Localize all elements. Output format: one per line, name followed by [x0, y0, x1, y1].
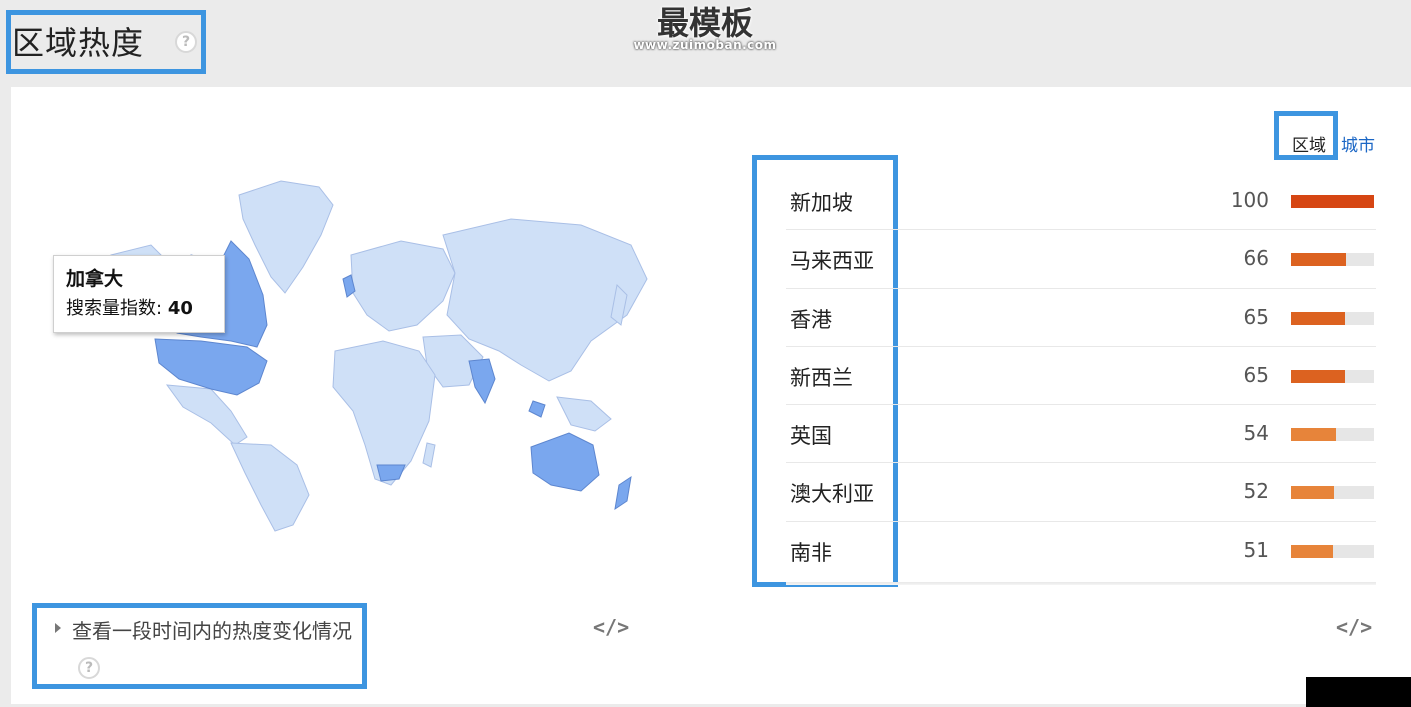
region-interest-panel: 加拿大 搜索量指数: 40 区域 城市 新加坡 100 马来西亚 66 香港 65 新西兰 6…	[11, 87, 1411, 704]
ranking-row-name: 英国	[790, 424, 832, 449]
map-region-new-zealand	[614, 475, 632, 511]
map-region-south-america	[230, 442, 310, 532]
toggle-city-link[interactable]: 城市	[1341, 131, 1375, 156]
ranking-row-value: 66	[1243, 246, 1269, 271]
ranking-row[interactable]: 澳大利亚 52	[786, 463, 1376, 522]
map-region-india	[468, 358, 496, 405]
map-region-malaysia	[528, 400, 546, 418]
ranking-row[interactable]: 英国 54	[786, 405, 1376, 464]
embed-code-icon[interactable]: </>	[593, 615, 629, 639]
ranking-row[interactable]: 马来西亚 66	[786, 230, 1376, 289]
ranking-row-bar-fill	[1291, 369, 1345, 383]
ranking-row-value: 65	[1243, 304, 1269, 329]
world-map-svg	[110, 180, 648, 532]
page-title: 区域热度	[12, 24, 145, 62]
ranking-row-bar-fill	[1291, 428, 1336, 442]
ranking-row-value: 100	[1230, 188, 1269, 212]
ranking-row-bar-track	[1291, 486, 1374, 500]
ranking-row-value: 51	[1243, 537, 1269, 562]
interest-over-time-link[interactable]: 查看一段时间内的热度变化情况?	[72, 615, 362, 679]
ranking-row[interactable]: 南非 51	[786, 522, 1376, 580]
ranking-row-name: 马来西亚	[790, 249, 874, 274]
toggle-region[interactable]: 区域	[1292, 131, 1326, 156]
map-region-madagascar	[422, 442, 436, 468]
interest-over-time-label: 查看一段时间内的热度变化情况	[72, 619, 352, 643]
ranking-row-bar-track	[1291, 311, 1374, 325]
tooltip-metric-value: 40	[167, 298, 193, 319]
ranking-list: 新加坡 100 马来西亚 66 香港 65 新西兰 65 英国 54 澳大利亚 52 南非 51	[786, 172, 1376, 580]
map-region-south-africa	[376, 464, 406, 482]
map-tooltip: 加拿大 搜索量指数: 40	[53, 255, 225, 333]
watermark-url-text: www.zuimoban.com	[633, 38, 777, 52]
tooltip-metric: 搜索量指数: 40	[66, 294, 212, 320]
expand-arrow-icon[interactable]	[55, 623, 61, 633]
ranking-row-bar-fill	[1291, 311, 1345, 325]
ranking-row-bar-fill	[1291, 544, 1334, 558]
tooltip-metric-label: 搜索量指数:	[66, 298, 163, 319]
help-icon[interactable]: ?	[78, 657, 100, 679]
help-icon[interactable]: ?	[175, 31, 197, 53]
ranking-row-name: 澳大利亚	[790, 482, 874, 507]
ranking-row[interactable]: 新西兰 65	[786, 347, 1376, 406]
ranking-row-name: 香港	[790, 307, 832, 332]
ranking-row-value: 54	[1243, 421, 1269, 446]
ranking-row-bar-fill	[1291, 486, 1335, 500]
tooltip-country: 加拿大	[66, 268, 124, 290]
ranking-row-bar-track	[1291, 428, 1374, 442]
ranking-row-name: 新西兰	[790, 365, 853, 390]
ranking-row-bar-fill	[1291, 253, 1346, 267]
ranking-row-name: 新加坡	[790, 191, 853, 215]
ranking-row-name: 南非	[790, 540, 832, 565]
ranking-row[interactable]: 新加坡 100	[786, 172, 1376, 231]
map-region-europe	[350, 240, 456, 332]
map-region-africa	[332, 340, 436, 486]
ranking-row-value: 65	[1243, 362, 1269, 387]
ranking-list-divider	[786, 582, 1376, 585]
map-region-australia	[530, 432, 600, 492]
watermark-logo: 最模板 www.zuimoban.com	[620, 4, 790, 56]
ranking-row-bar-track	[1291, 544, 1374, 558]
ranking-row-value: 52	[1243, 479, 1269, 504]
embed-code-icon[interactable]: </>	[1336, 615, 1372, 639]
ranking-row-bar-track	[1291, 195, 1374, 208]
ranking-row-bar-fill	[1291, 195, 1374, 208]
world-map[interactable]	[71, 175, 651, 535]
redaction-block	[1306, 677, 1411, 707]
map-region-se-asia	[556, 396, 612, 432]
ranking-row-bar-track	[1291, 369, 1374, 383]
ranking-row[interactable]: 香港 65	[786, 289, 1376, 347]
ranking-row-bar-track	[1291, 253, 1374, 267]
watermark-main-text: 最模板	[656, 4, 753, 42]
